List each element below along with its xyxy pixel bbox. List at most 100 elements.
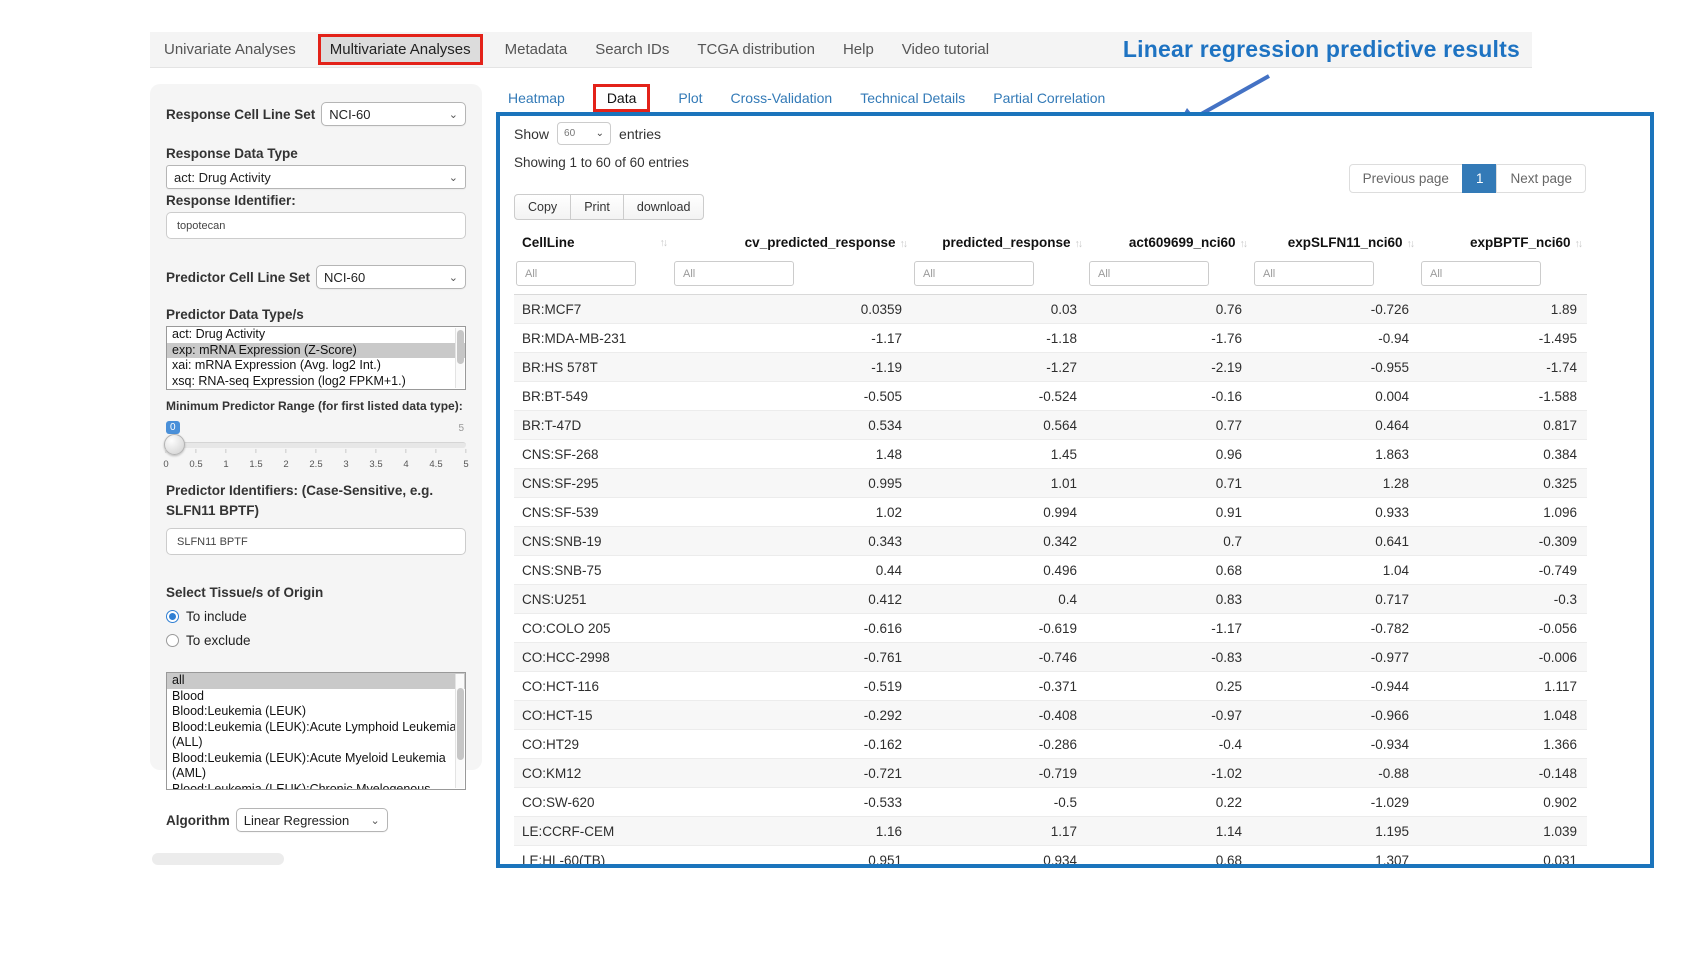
response-cell-line-set-select[interactable]: NCI-60 ⌄	[321, 102, 466, 126]
value-cell: 1.45	[912, 440, 1087, 469]
nav-item-metadata[interactable]: Metadata	[491, 41, 582, 58]
option-blood-leukemia-leuk[interactable]: Blood:Leukemia (LEUK)	[167, 704, 465, 720]
table-row[interactable]: CO:HCT-15-0.292-0.408-0.97-0.9661.048	[514, 701, 1587, 730]
value-cell: -0.309	[1419, 527, 1587, 556]
algorithm-select[interactable]: Linear Regression ⌄	[236, 808, 388, 832]
nav-item-video-tutorial[interactable]: Video tutorial	[888, 41, 1003, 58]
predictor-data-types-listbox[interactable]: act: Drug Activityexp: mRNA Expression (…	[166, 326, 466, 390]
sort-arrows-icon[interactable]: ↑↓	[1407, 238, 1414, 250]
column-header-act609699-nci60[interactable]: act609699_nci60↑↓	[1087, 228, 1252, 257]
table-row[interactable]: CO:KM12-0.721-0.719-1.02-0.88-0.148	[514, 759, 1587, 788]
slider-track[interactable]	[166, 442, 466, 448]
sort-arrows-icon[interactable]: ↑↓	[1075, 238, 1082, 250]
tab-plot[interactable]: Plot	[678, 90, 702, 106]
option-xsq-rna-seq-expression-log2-fpkm-1[interactable]: xsq: RNA-seq Expression (log2 FPKM+1.)	[167, 374, 465, 390]
sort-arrows-icon[interactable]: ↑↓	[900, 238, 907, 250]
slider-tick: 1.5	[249, 449, 262, 470]
column-header-predicted-response[interactable]: predicted_response↑↓	[912, 228, 1087, 257]
download-button[interactable]: download	[623, 194, 705, 220]
predictor-identifiers-input[interactable]	[166, 528, 466, 555]
table-row[interactable]: LE:CCRF-CEM1.161.171.141.1951.039	[514, 817, 1587, 846]
value-cell: -0.726	[1252, 295, 1419, 324]
filter-input-expslfn11-nci60[interactable]	[1254, 261, 1374, 286]
option-xai-mrna-expression-avg-log2-int[interactable]: xai: mRNA Expression (Avg. log2 Int.)	[167, 358, 465, 374]
filter-input-expbptf-nci60[interactable]	[1421, 261, 1541, 286]
min-predictor-range-slider[interactable]: 0 5 00.511.522.533.544.55	[166, 421, 466, 471]
radio-to-include[interactable]: To include	[166, 609, 466, 624]
scrollbar-thumb[interactable]	[457, 688, 464, 760]
tab-cross-validation[interactable]: Cross-Validation	[731, 90, 833, 106]
filter-input-cv-predicted-response[interactable]	[674, 261, 794, 286]
column-header-expbptf-nci60[interactable]: expBPTF_nci60↑↓	[1419, 228, 1587, 257]
scrollbar-thumb[interactable]	[457, 330, 464, 364]
filter-input-act609699-nci60[interactable]	[1089, 261, 1209, 286]
column-title: expSLFN11_nci60↑↓	[1288, 235, 1413, 250]
table-row[interactable]: CNS:SNB-190.3430.3420.70.641-0.309	[514, 527, 1587, 556]
nav-item-univariate-analyses[interactable]: Univariate Analyses	[150, 41, 310, 58]
table-row[interactable]: CO:COLO 205-0.616-0.619-1.17-0.782-0.056	[514, 614, 1587, 643]
table-row[interactable]: CO:HCC-2998-0.761-0.746-0.83-0.977-0.006	[514, 643, 1587, 672]
slider-tick: 1	[223, 449, 228, 470]
current-page-button[interactable]: 1	[1462, 164, 1498, 193]
tab-technical-details[interactable]: Technical Details	[860, 90, 965, 106]
value-cell: 0.68	[1087, 846, 1252, 869]
nav-item-multivariate-analyses[interactable]: Multivariate Analyses	[318, 34, 483, 65]
table-row[interactable]: CO:HT29-0.162-0.286-0.4-0.9341.366	[514, 730, 1587, 759]
filter-input-predicted-response[interactable]	[914, 261, 1034, 286]
nav-item-search-ids[interactable]: Search IDs	[581, 41, 683, 58]
tab-partial-correlation[interactable]: Partial Correlation	[993, 90, 1105, 106]
sort-arrows-icon[interactable]: ↑↓	[660, 237, 667, 249]
tissue-listbox[interactable]: allBloodBlood:Leukemia (LEUK)Blood:Leuke…	[166, 672, 466, 790]
column-header-cv-predicted-response[interactable]: cv_predicted_response↑↓	[672, 228, 912, 257]
option-blood-leukemia-leuk-chronic-myelogenous-leukemia-cml[interactable]: Blood:Leukemia (LEUK):Chronic Myelogenou…	[167, 782, 465, 791]
option-all[interactable]: all	[167, 673, 465, 689]
option-blood-leukemia-leuk-acute-myeloid-leukemia-aml[interactable]: Blood:Leukemia (LEUK):Acute Myeloid Leuk…	[167, 751, 465, 782]
table-row[interactable]: CNS:SF-2950.9951.010.711.280.325	[514, 469, 1587, 498]
sort-arrows-icon[interactable]: ↑↓	[1240, 238, 1247, 250]
option-act-drug-activity[interactable]: act: Drug Activity	[167, 327, 465, 343]
table-row[interactable]: CO:SW-620-0.533-0.50.22-1.0290.902	[514, 788, 1587, 817]
next-page-button[interactable]: Next page	[1496, 164, 1586, 193]
table-row[interactable]: BR:T-47D0.5340.5640.770.4640.817	[514, 411, 1587, 440]
option-exp-mrna-expression-z-score[interactable]: exp: mRNA Expression (Z-Score)	[167, 343, 465, 359]
cell-line-name: CO:HCC-2998	[514, 643, 672, 672]
copy-button[interactable]: Copy	[514, 194, 571, 220]
scrollbar[interactable]	[455, 674, 464, 788]
table-row[interactable]: CNS:SF-2681.481.450.961.8630.384	[514, 440, 1587, 469]
response-identifier-input[interactable]	[166, 212, 466, 239]
response-data-type-select[interactable]: act: Drug Activity ⌄	[166, 165, 466, 189]
predictor-cell-line-set-select[interactable]: NCI-60 ⌄	[316, 265, 466, 289]
cell-line-name: BR:HS 578T	[514, 353, 672, 382]
column-header-cellline[interactable]: CellLine↑↓	[514, 228, 672, 257]
cell-line-name: CNS:SF-539	[514, 498, 672, 527]
filter-input-cellline[interactable]	[516, 261, 636, 286]
value-cell: 0.534	[672, 411, 912, 440]
nav-item-tcga-distribution[interactable]: TCGA distribution	[683, 41, 829, 58]
table-row[interactable]: LE:HL-60(TB)0.9510.9340.681.3070.031	[514, 846, 1587, 869]
table-row[interactable]: BR:MDA-MB-231-1.17-1.18-1.76-0.94-1.495	[514, 324, 1587, 353]
table-row[interactable]: CNS:SF-5391.020.9940.910.9331.096	[514, 498, 1587, 527]
tab-data[interactable]: Data	[593, 84, 651, 112]
table-row[interactable]: BR:BT-549-0.505-0.524-0.160.004-1.588	[514, 382, 1587, 411]
sort-arrows-icon[interactable]: ↑↓	[1575, 238, 1582, 250]
print-button[interactable]: Print	[570, 194, 624, 220]
table-row[interactable]: BR:HS 578T-1.19-1.27-2.19-0.955-1.74	[514, 353, 1587, 382]
table-row[interactable]: CO:HCT-116-0.519-0.3710.25-0.9441.117	[514, 672, 1587, 701]
column-header-expslfn11-nci60[interactable]: expSLFN11_nci60↑↓	[1252, 228, 1419, 257]
scrollbar[interactable]	[455, 328, 464, 388]
page-size-select[interactable]: 60 ⌄	[557, 122, 611, 145]
value-cell: -0.4	[1087, 730, 1252, 759]
previous-page-button[interactable]: Previous page	[1349, 164, 1463, 193]
table-row[interactable]: CNS:U2510.4120.40.830.717-0.3	[514, 585, 1587, 614]
value-cell: -0.286	[912, 730, 1087, 759]
table-row[interactable]: BR:MCF70.03590.030.76-0.7261.89	[514, 295, 1587, 324]
value-cell: 0.76	[1087, 295, 1252, 324]
tab-heatmap[interactable]: Heatmap	[508, 90, 565, 106]
option-blood-leukemia-leuk-acute-lymphoid-leukemia-all[interactable]: Blood:Leukemia (LEUK):Acute Lymphoid Leu…	[167, 720, 465, 751]
option-blood[interactable]: Blood	[167, 689, 465, 705]
table-row[interactable]: CNS:SNB-750.440.4960.681.04-0.749	[514, 556, 1587, 585]
tick-mark	[345, 449, 346, 453]
value-cell: -0.292	[672, 701, 912, 730]
nav-item-help[interactable]: Help	[829, 41, 888, 58]
radio-to-exclude[interactable]: To exclude	[166, 633, 466, 648]
